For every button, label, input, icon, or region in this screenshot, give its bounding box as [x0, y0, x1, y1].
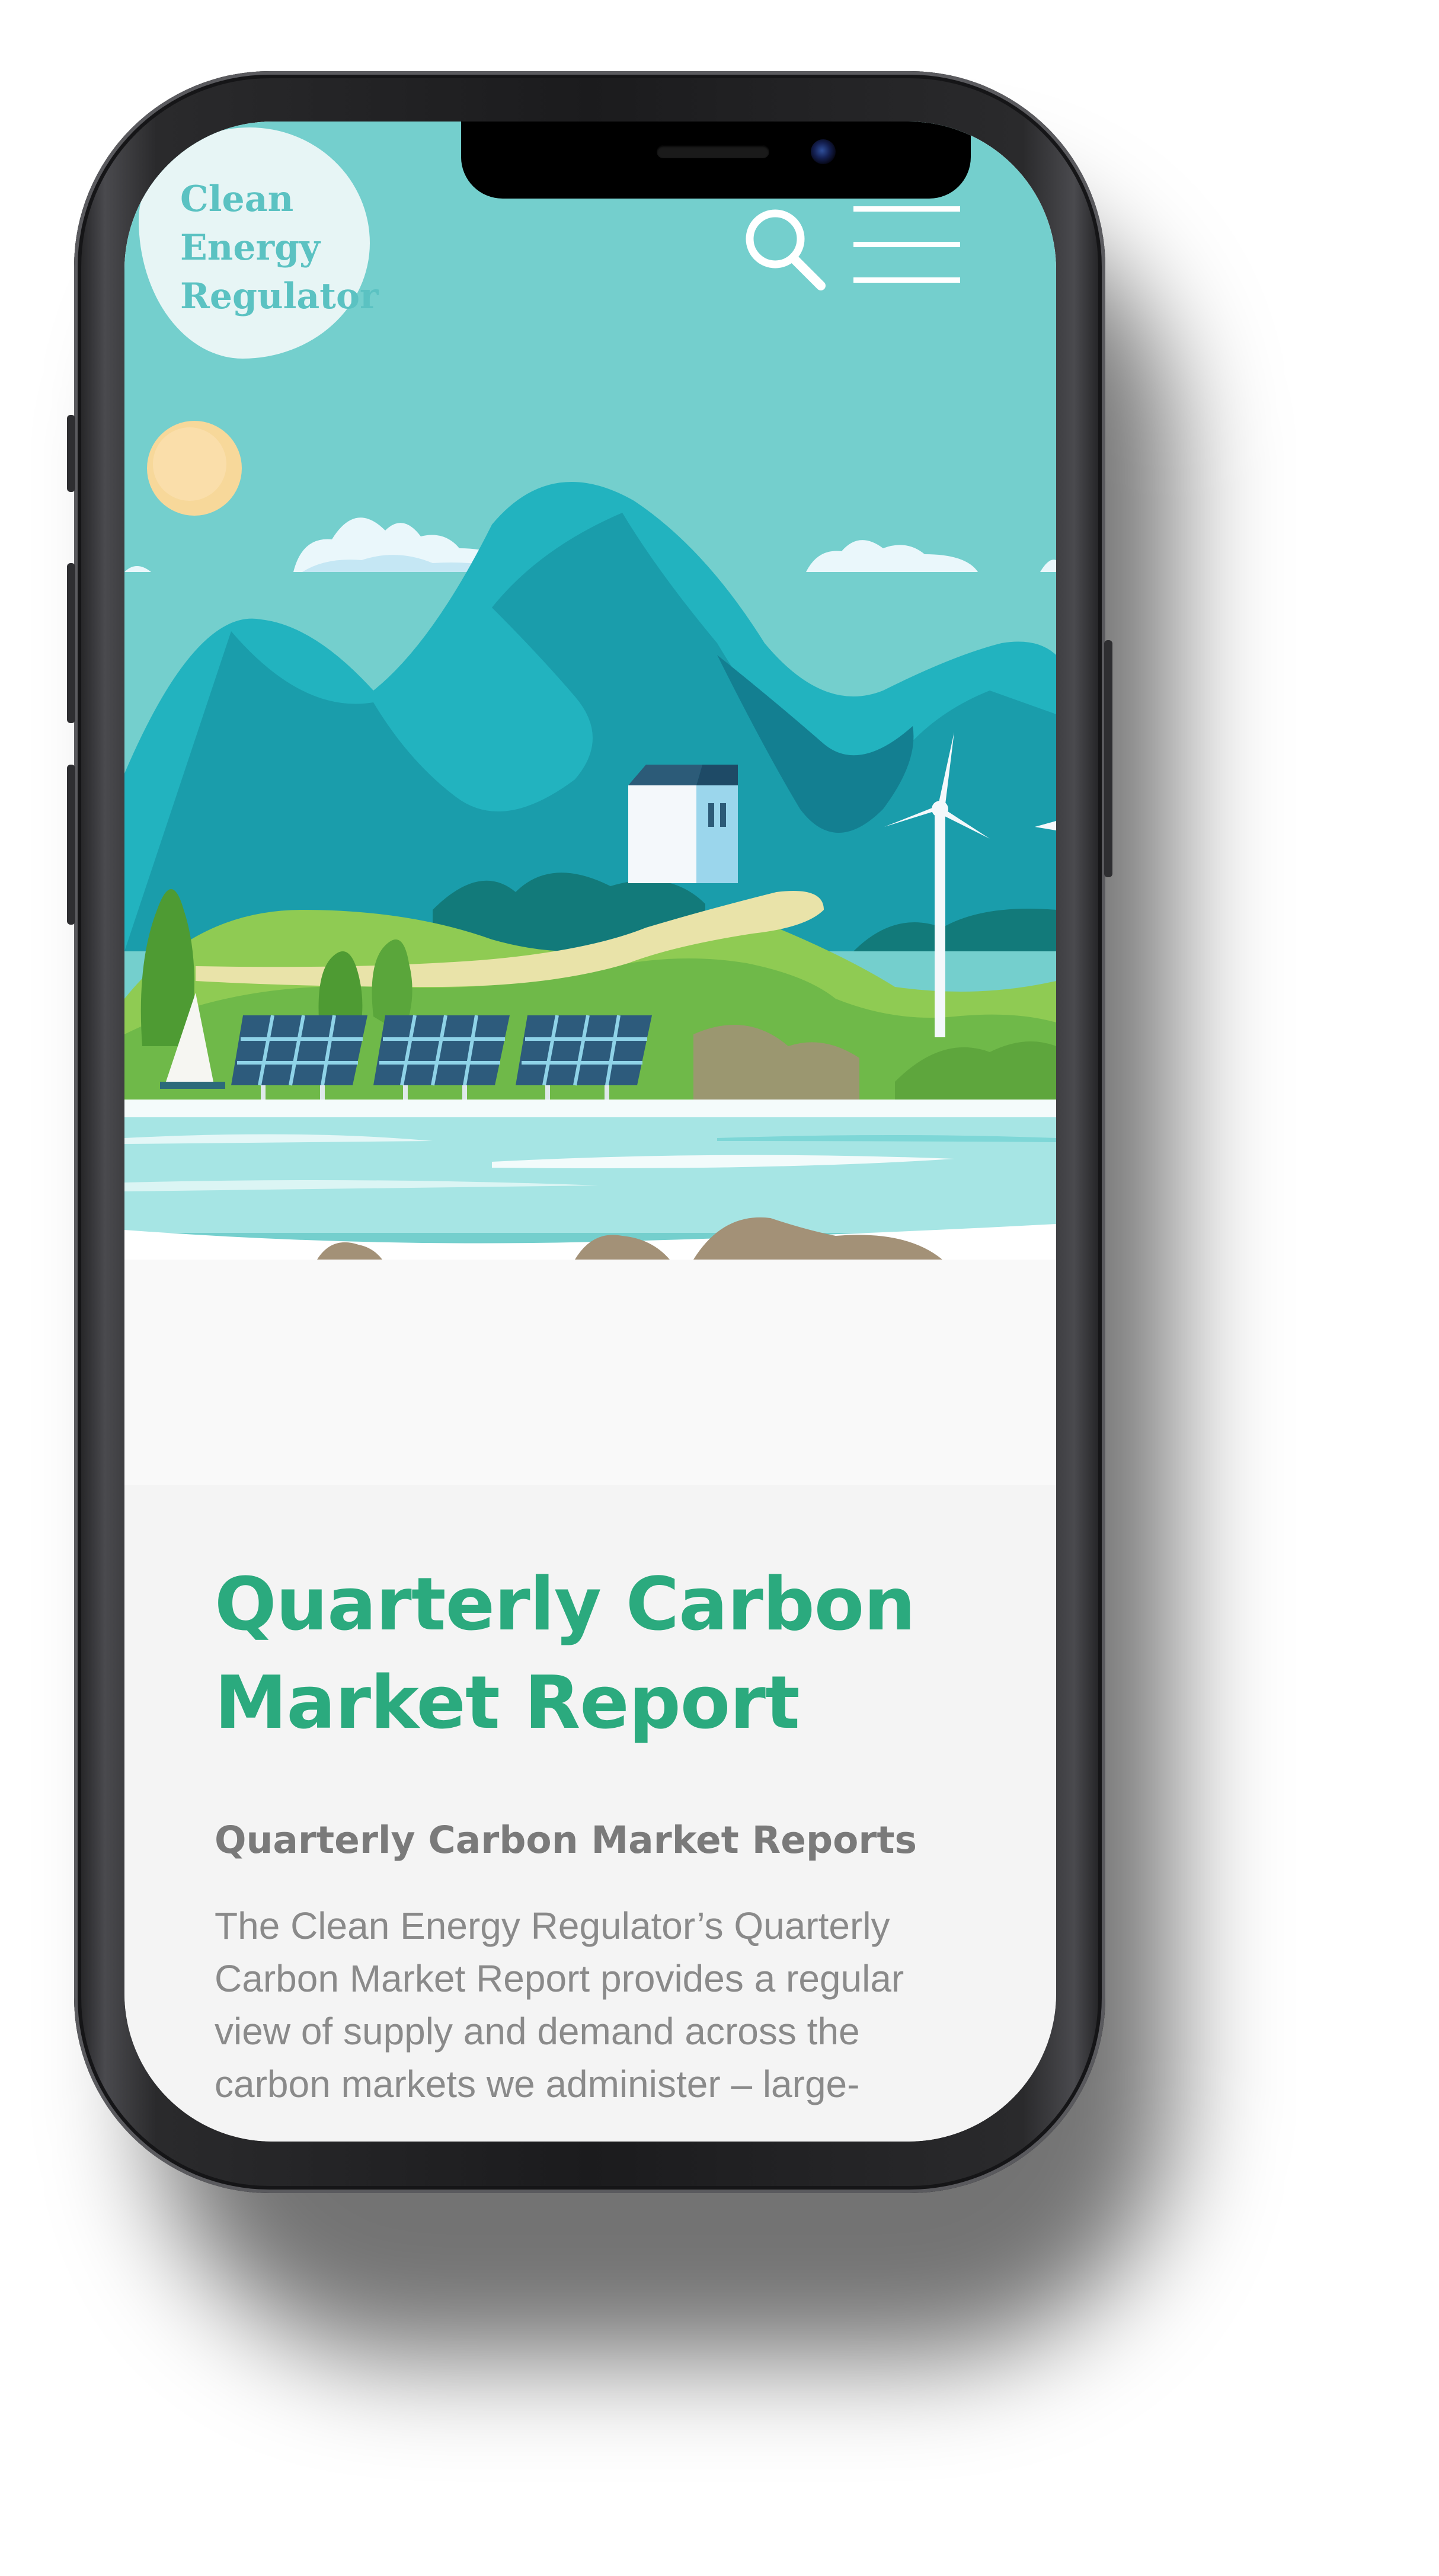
- notch: [461, 122, 971, 199]
- logo-line-clean: Clean: [180, 178, 294, 220]
- main-content: Quarterly Carbon Market Report Quarterly…: [124, 1485, 1056, 2142]
- hamburger-menu-icon: [853, 206, 960, 283]
- volume-down-button: [67, 765, 75, 925]
- menu-button[interactable]: [850, 197, 963, 292]
- hero-banner: Clean Energy Regulator: [124, 122, 1056, 1485]
- earpiece-speaker: [657, 145, 769, 158]
- logo-line-regulator: Regulator: [180, 276, 379, 317]
- page-title: Quarterly Carbon Market Report: [215, 1562, 916, 1746]
- section-subtitle: Quarterly Carbon Market Reports: [215, 1818, 917, 1862]
- search-icon: [746, 209, 826, 290]
- intro-paragraph: The Clean Energy Regulator’s Quarterly C…: [215, 1904, 904, 2105]
- phone-screen: Clean Energy Regulator Quarterly Carbon …: [124, 122, 1056, 2142]
- search-button[interactable]: [741, 204, 830, 293]
- logo-text: Clean Energy Regulator: [180, 175, 379, 321]
- front-camera: [811, 139, 836, 164]
- power-button: [1104, 640, 1112, 877]
- action-button: [67, 415, 75, 492]
- volume-up-button: [67, 563, 75, 723]
- logo-line-energy: Energy: [180, 227, 320, 269]
